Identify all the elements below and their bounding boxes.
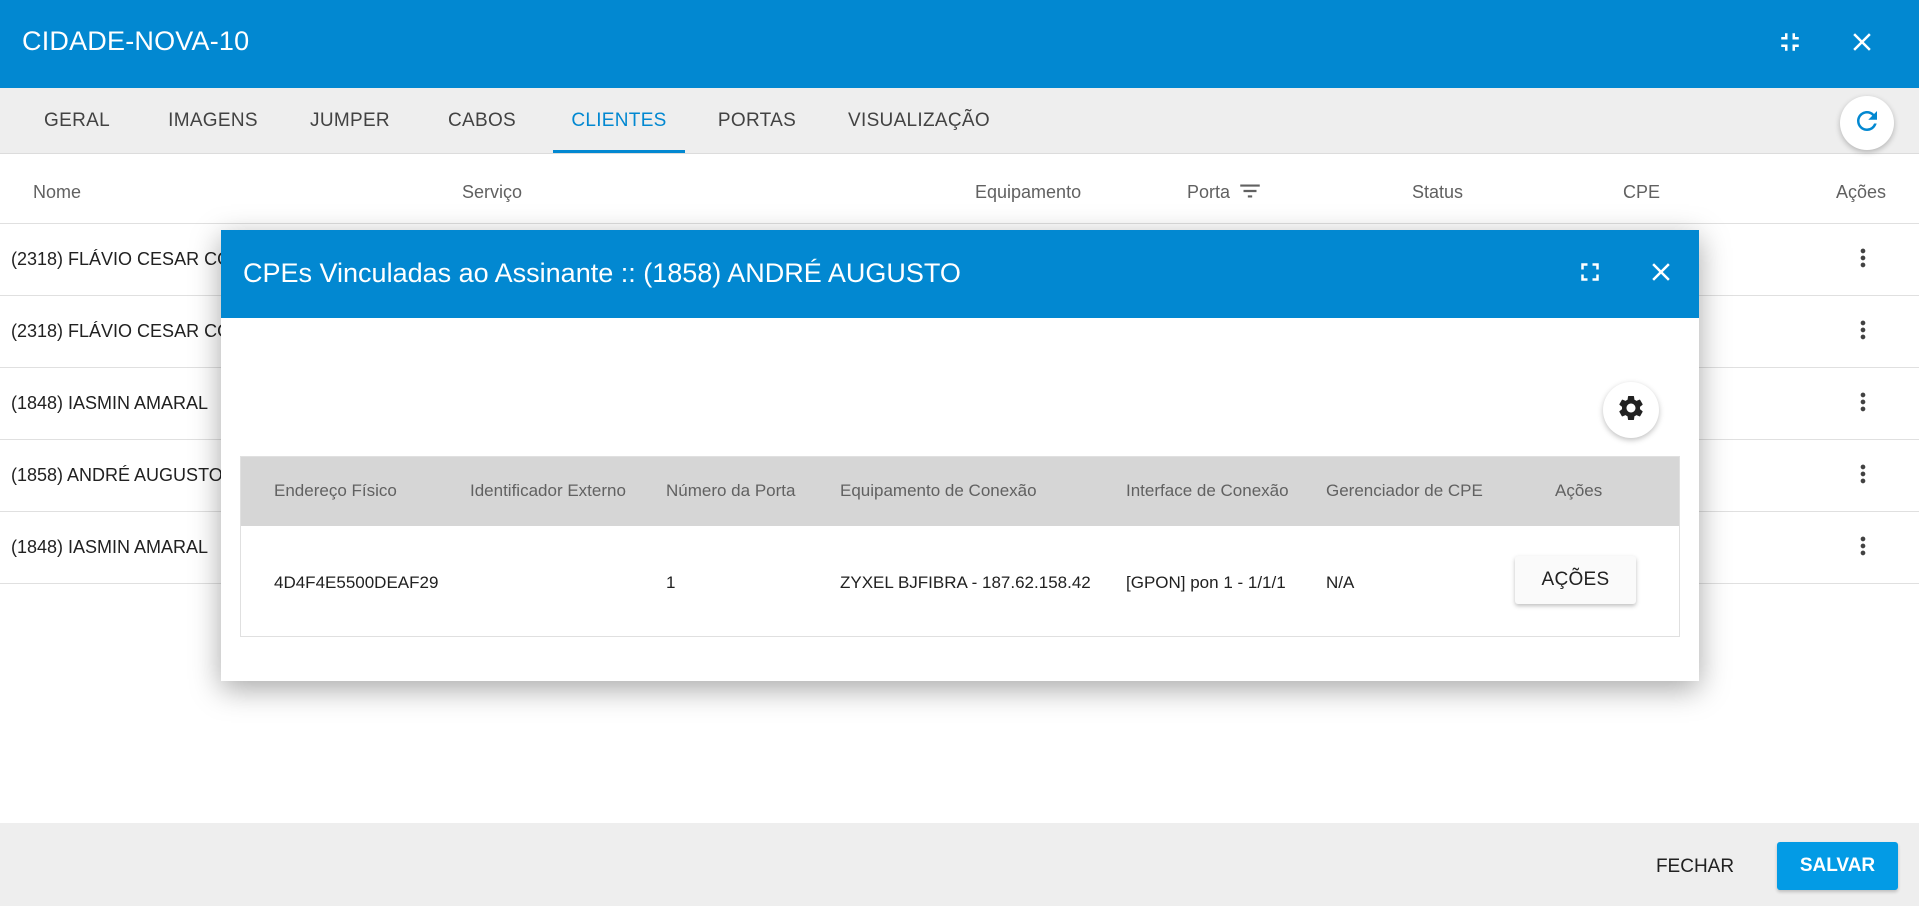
window-header: CIDADE-NOVA-10: [0, 0, 1919, 88]
fullscreen-button[interactable]: [1570, 254, 1610, 294]
more-vert-icon: [1849, 388, 1877, 421]
cpe-table: Endereço Físico Identificador Externo Nú…: [240, 456, 1680, 637]
more-vert-icon: [1849, 244, 1877, 277]
client-name: (1858) ANDRÉ AUGUSTO: [11, 465, 223, 485]
fullscreen-exit-button[interactable]: [1770, 24, 1810, 64]
more-vert-icon: [1849, 460, 1877, 493]
row-actions-button[interactable]: [1848, 314, 1878, 350]
settings-button[interactable]: [1603, 382, 1659, 438]
modal-close-button[interactable]: [1641, 254, 1681, 294]
tab-portas[interactable]: PORTAS: [705, 88, 809, 154]
window-title: CIDADE-NOVA-10: [22, 26, 250, 56]
cpe-modal: CPEs Vinculadas ao Assinante :: (1858) A…: [221, 230, 1699, 681]
column-header-endereco-fisico[interactable]: Endereço Físico: [274, 481, 397, 501]
tab-imagens[interactable]: IMAGENS: [157, 88, 269, 154]
client-name: (2318) FLÁVIO CESAR COS: [11, 249, 244, 269]
close-window-button[interactable]: [1842, 24, 1882, 64]
more-vert-icon: [1849, 316, 1877, 349]
tab-jumper[interactable]: JUMPER: [295, 88, 405, 154]
column-header-status[interactable]: Status: [1412, 182, 1463, 203]
column-header-interface-conexao[interactable]: Interface de Conexão: [1126, 481, 1289, 501]
column-header-porta[interactable]: Porta: [1187, 182, 1230, 203]
client-name: (1848) IASMIN AMARAL: [11, 537, 209, 557]
cpe-table-header: Endereço Físico Identificador Externo Nú…: [241, 457, 1679, 526]
row-actions-button[interactable]: [1848, 386, 1878, 422]
save-button[interactable]: SALVAR: [1777, 842, 1898, 890]
column-header-equipamento-conexao[interactable]: Equipamento de Conexão: [840, 481, 1037, 501]
close-icon: [1646, 257, 1676, 292]
cell-equipment: ZYXEL BJFIBRA - 187.62.158.42: [840, 573, 1091, 592]
column-header-servico[interactable]: Serviço: [462, 182, 522, 203]
cell-mac-address: 4D4F4E5500DEAF29: [274, 573, 439, 592]
client-name: (1848) IASMIN AMARAL: [11, 393, 209, 413]
close-button[interactable]: FECHAR: [1640, 845, 1750, 889]
tab-clientes[interactable]: CLIENTES: [553, 88, 685, 154]
gear-icon: [1616, 393, 1646, 428]
column-header-cpe[interactable]: CPE: [1623, 182, 1660, 203]
cell-manager: N/A: [1326, 573, 1355, 592]
tab-bar: GERAL IMAGENS JUMPER CABOS CLIENTES PORT…: [0, 88, 1919, 154]
fullscreen-icon: [1575, 257, 1605, 292]
fullscreen-exit-icon: [1775, 27, 1805, 62]
close-icon: [1847, 27, 1877, 62]
active-tab-indicator: [553, 150, 685, 153]
actions-button[interactable]: AÇÕES: [1515, 556, 1636, 604]
column-header-equipamento[interactable]: Equipamento: [975, 182, 1081, 203]
cell-interface: [GPON] pon 1 - 1/1/1: [1126, 573, 1286, 592]
row-actions-button[interactable]: [1848, 530, 1878, 566]
client-name: (2318) FLÁVIO CESAR COS: [11, 321, 244, 341]
modal-title: CPEs Vinculadas ao Assinante :: (1858) A…: [243, 258, 961, 288]
tab-geral[interactable]: GERAL: [22, 88, 132, 154]
cell-port-number: 1: [666, 573, 676, 592]
tab-visualizacao[interactable]: VISUALIZAÇÃO: [840, 88, 998, 154]
more-vert-icon: [1849, 532, 1877, 565]
column-header-nome[interactable]: Nome: [33, 182, 81, 203]
dialog-footer: FECHAR SALVAR: [0, 823, 1919, 906]
refresh-icon: [1852, 106, 1882, 141]
row-actions-button[interactable]: [1848, 458, 1878, 494]
modal-header: CPEs Vinculadas ao Assinante :: (1858) A…: [221, 230, 1699, 318]
column-header-acoes: Ações: [1836, 182, 1887, 202]
column-header-acoes: Ações: [1555, 481, 1603, 500]
column-header-numero-porta[interactable]: Número da Porta: [666, 481, 795, 501]
tab-cabos[interactable]: CABOS: [428, 88, 536, 154]
filter-icon[interactable]: [1237, 178, 1263, 204]
column-header-gerenciador-cpe[interactable]: Gerenciador de CPE: [1326, 481, 1483, 501]
column-header-identificador-externo[interactable]: Identificador Externo: [470, 481, 626, 501]
refresh-button[interactable]: [1840, 96, 1894, 150]
row-actions-button[interactable]: [1848, 242, 1878, 278]
